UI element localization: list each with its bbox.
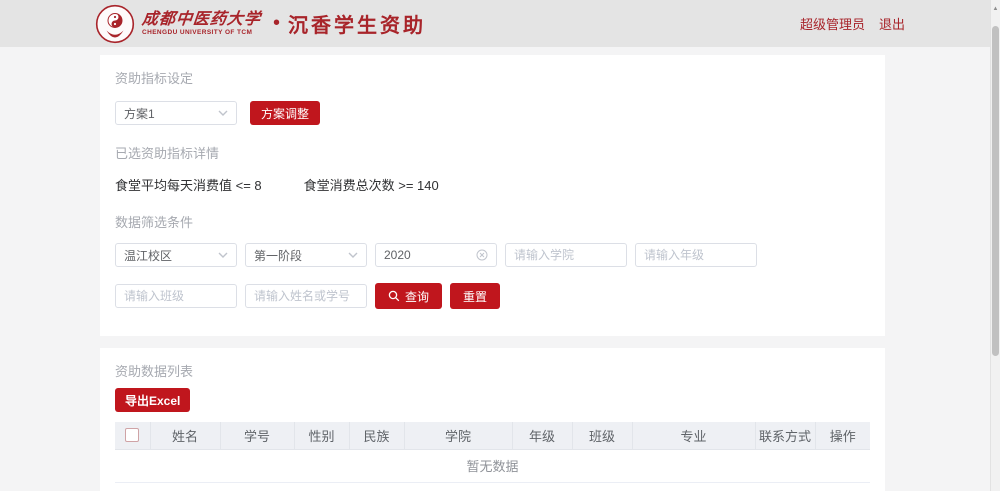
university-name-block: 成都中医药大学 CHENGDU UNIVERSITY OF TCM <box>142 11 261 37</box>
indicator-item: 食堂平均每天消费值 <= 8 <box>115 175 262 194</box>
logo-group: 成都中医药大学 CHENGDU UNIVERSITY OF TCM • 沉香学生… <box>95 4 426 44</box>
plan-select[interactable]: 方案1 <box>115 101 237 125</box>
selected-indicator-list: 食堂平均每天消费值 <= 8 食堂消费总次数 >= 140 <box>115 175 870 194</box>
plan-adjust-button[interactable]: 方案调整 <box>250 101 320 125</box>
aid-data-table: 姓名 学号 性别 民族 学院 年级 班级 专业 联系方式 操作 暂无数据 <box>115 422 870 483</box>
scroll-up-icon[interactable]: ▲ <box>991 0 1000 12</box>
grade-input-wrap <box>635 243 757 267</box>
empty-row: 暂无数据 <box>115 449 870 482</box>
class-input[interactable] <box>124 289 228 303</box>
column-header-class: 班级 <box>572 422 632 449</box>
column-header-college: 学院 <box>404 422 512 449</box>
column-header-major: 专业 <box>632 422 755 449</box>
logout-link[interactable]: 退出 <box>879 14 905 33</box>
user-role-link[interactable]: 超级管理员 <box>800 14 865 33</box>
column-header-ethnicity: 民族 <box>349 422 404 449</box>
search-button-label: 查询 <box>405 288 429 305</box>
column-header-grade: 年级 <box>512 422 572 449</box>
app-header: 成都中医药大学 CHENGDU UNIVERSITY OF TCM • 沉香学生… <box>0 0 1000 47</box>
stage-select[interactable]: 第一阶段 <box>245 243 367 267</box>
export-excel-button[interactable]: 导出Excel <box>115 388 190 412</box>
search-button[interactable]: 查询 <box>375 283 442 309</box>
app-title: 沉香学生资助 <box>288 9 426 38</box>
data-list-card: 资助数据列表 导出Excel 姓名 学号 性别 民族 学院 年级 班级 <box>100 348 885 491</box>
reset-button[interactable]: 重置 <box>450 283 500 309</box>
column-header-student-id: 学号 <box>220 422 294 449</box>
chevron-down-icon <box>218 110 228 116</box>
column-header-actions: 操作 <box>815 422 870 449</box>
college-input[interactable] <box>514 248 618 262</box>
name-input-wrap <box>245 284 367 308</box>
campus-select-value: 温江校区 <box>124 247 172 264</box>
stage-select-value: 第一阶段 <box>254 247 302 264</box>
section-title-filters: 数据筛选条件 <box>115 212 870 231</box>
indicator-item: 食堂消费总次数 >= 140 <box>304 175 439 194</box>
main-content: 资助指标设定 方案1 方案调整 已选资助指标详情 食堂平均每天消费值 <= 8 … <box>0 55 1000 491</box>
section-title-indicator-setting: 资助指标设定 <box>115 68 870 87</box>
chevron-down-icon <box>348 252 358 258</box>
plan-select-value: 方案1 <box>124 105 155 122</box>
table-header-row: 姓名 学号 性别 民族 学院 年级 班级 专业 联系方式 操作 <box>115 422 870 449</box>
empty-data-text: 暂无数据 <box>115 449 870 482</box>
class-input-wrap <box>115 284 237 308</box>
grade-input[interactable] <box>644 248 748 262</box>
title-separator-dot: • <box>273 12 280 35</box>
select-all-checkbox[interactable] <box>125 428 139 442</box>
column-header-gender: 性别 <box>294 422 349 449</box>
university-seal-icon <box>95 4 135 44</box>
search-icon <box>388 290 400 302</box>
vertical-scrollbar[interactable]: ▲ <box>990 0 1000 491</box>
clear-input-icon[interactable] <box>476 249 488 261</box>
chevron-down-icon <box>218 252 228 258</box>
scrollbar-thumb[interactable] <box>992 26 999 356</box>
header-user-area: 超级管理员 退出 <box>800 14 905 33</box>
column-header-name: 姓名 <box>150 422 220 449</box>
name-input[interactable] <box>254 289 358 303</box>
year-input-wrap <box>375 243 497 267</box>
year-input[interactable] <box>384 248 472 262</box>
indicator-filter-card: 资助指标设定 方案1 方案调整 已选资助指标详情 食堂平均每天消费值 <= 8 … <box>100 55 885 336</box>
select-all-cell <box>115 422 150 449</box>
column-header-contact: 联系方式 <box>755 422 815 449</box>
section-title-selected-indicators: 已选资助指标详情 <box>115 143 870 162</box>
college-input-wrap <box>505 243 627 267</box>
campus-select[interactable]: 温江校区 <box>115 243 237 267</box>
university-name-cn: 成都中医药大学 <box>141 11 262 27</box>
university-name-en: CHENGDU UNIVERSITY OF TCM <box>142 30 261 37</box>
section-title-data-list: 资助数据列表 <box>115 361 870 380</box>
